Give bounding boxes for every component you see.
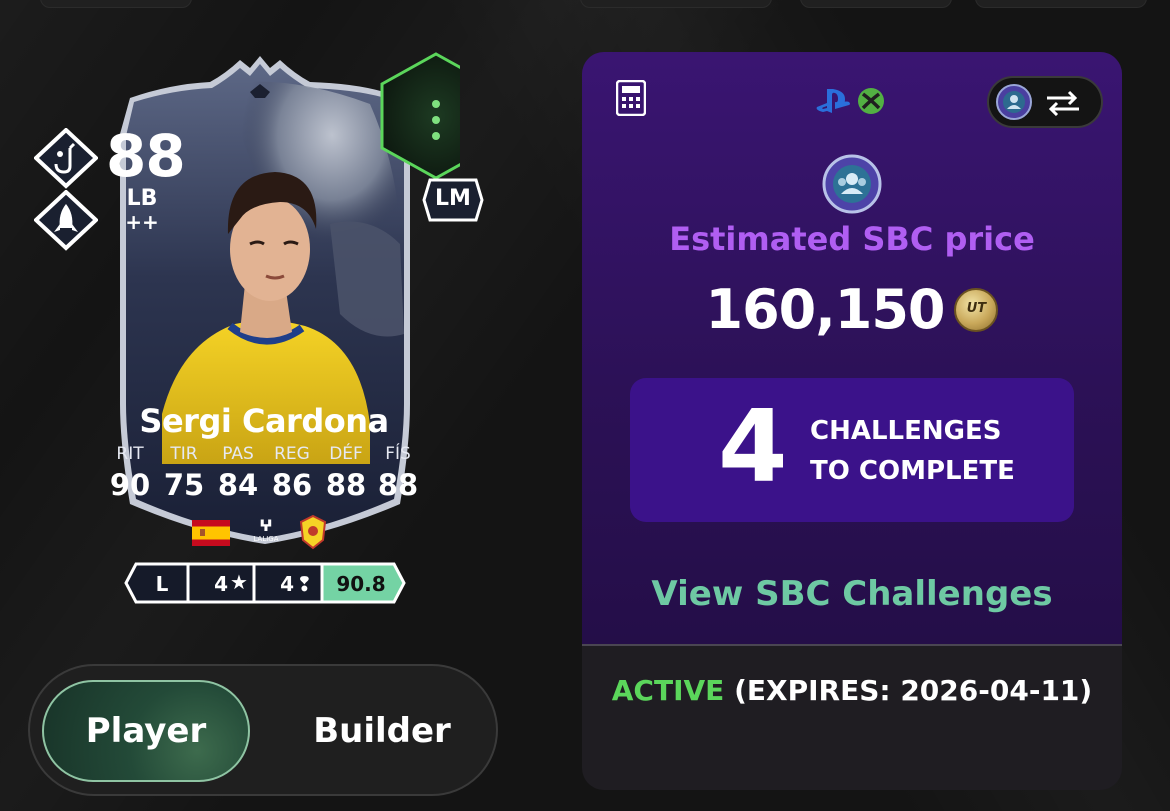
player-card[interactable]: 88 LB ++ LM Sergi Cardona RIT TIR PAS RE… bbox=[34, 44, 484, 564]
estimated-price-label: Estimated SBC price bbox=[669, 220, 1035, 258]
stat-value-pas: 84 bbox=[217, 468, 259, 502]
price-row: 160,150 UT bbox=[582, 278, 1122, 341]
challenges-box: 4 CHALLENGES TO COMPLETE bbox=[630, 378, 1074, 522]
challenges-count: 4 bbox=[718, 388, 788, 505]
top-nav-pill[interactable] bbox=[800, 0, 952, 8]
top-nav-pill[interactable] bbox=[40, 0, 192, 8]
stat-label-def: DÉF bbox=[329, 444, 363, 464]
sbc-crest-icon bbox=[822, 154, 882, 214]
player-name: Sergi Cardona bbox=[139, 402, 389, 440]
view-toggle: Player Builder bbox=[28, 664, 498, 796]
panel-divider bbox=[582, 644, 1122, 646]
weak-foot: 4 bbox=[280, 572, 294, 596]
status-active: ACTIVE bbox=[611, 674, 725, 707]
card-position-plus: ++ bbox=[125, 210, 159, 234]
challenges-line2: TO COMPLETE bbox=[810, 456, 1015, 486]
stat-value-tir: 75 bbox=[163, 468, 205, 502]
stat-value-rit: 90 bbox=[109, 468, 151, 502]
sbc-panel: Estimated SBC price 160,150 UT 4 CHALLEN… bbox=[582, 52, 1122, 790]
playstyle-rocket-icon bbox=[34, 190, 98, 251]
preferred-foot: L bbox=[155, 572, 169, 596]
stat-label-tir: TIR bbox=[170, 444, 198, 464]
alt-position-label: LM bbox=[435, 186, 471, 211]
stat-value-def: 88 bbox=[325, 468, 367, 502]
top-nav-pill[interactable] bbox=[580, 0, 772, 8]
calculator-icon[interactable] bbox=[616, 80, 646, 116]
player-tab[interactable]: Player bbox=[42, 680, 250, 782]
laliga-logo-icon: ⵖ LALIGA bbox=[246, 518, 286, 550]
view-sbc-challenges-link[interactable]: View SBC Challenges bbox=[582, 574, 1122, 614]
laliga-text: LALIGA bbox=[253, 535, 279, 543]
sbc-panel-top: Estimated SBC price 160,150 UT 4 CHALLEN… bbox=[582, 52, 1122, 646]
stat-label-pas: PAS bbox=[222, 444, 254, 464]
xbox-icon bbox=[858, 88, 885, 114]
weak-foot-icon: ❢ bbox=[296, 572, 313, 596]
card-rating: 88 bbox=[106, 122, 186, 190]
coin-icon: UT bbox=[954, 287, 999, 332]
spain-flag-icon bbox=[192, 520, 230, 546]
stat-label-fis: FÍS bbox=[385, 444, 411, 464]
status-row: ACTIVE (EXPIRES: 2026-04-11) bbox=[582, 674, 1122, 707]
builder-tab[interactable]: Builder bbox=[282, 680, 482, 782]
skill-moves: 4 bbox=[214, 572, 228, 596]
platforms bbox=[815, 86, 886, 116]
card-position: LB bbox=[126, 186, 158, 211]
stat-value-reg: 86 bbox=[271, 468, 313, 502]
stat-label-rit: RIT bbox=[116, 444, 144, 464]
swap-icon bbox=[1047, 90, 1079, 116]
playstation-icon bbox=[816, 89, 850, 113]
coin-label: UT bbox=[966, 300, 987, 316]
swap-button[interactable] bbox=[987, 76, 1103, 128]
status-expires: (EXPIRES: 2026-04-11) bbox=[734, 674, 1093, 707]
card-score: 90.8 bbox=[336, 572, 386, 596]
stat-value-fis: 88 bbox=[377, 468, 419, 502]
star-icon: ★ bbox=[230, 570, 248, 594]
stat-label-reg: REG bbox=[274, 444, 310, 464]
top-nav-pill[interactable] bbox=[975, 0, 1147, 8]
sbc-crest-small-icon bbox=[996, 84, 1032, 120]
challenges-line1: CHALLENGES bbox=[810, 416, 1002, 446]
menu-dots-icon[interactable] bbox=[428, 96, 444, 144]
villarreal-crest-icon bbox=[299, 514, 327, 550]
estimated-price: 160,150 bbox=[705, 278, 946, 341]
